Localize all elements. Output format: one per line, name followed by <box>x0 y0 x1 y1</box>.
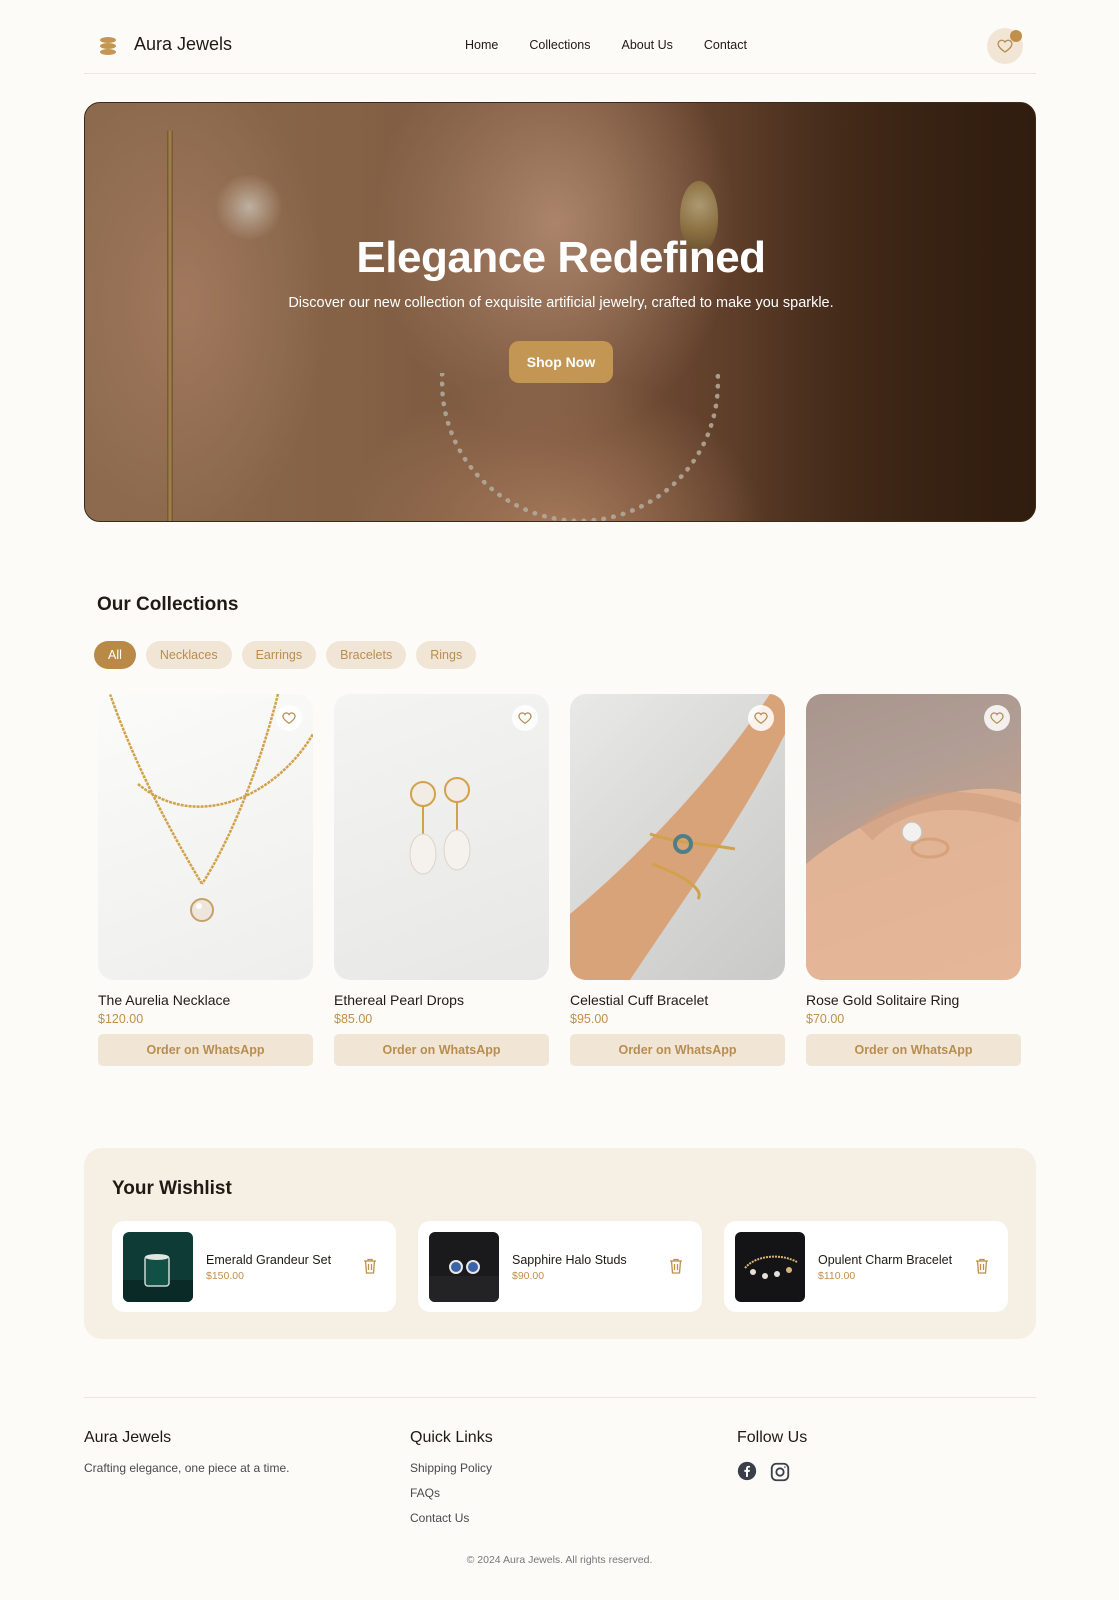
favorite-button[interactable] <box>984 705 1010 731</box>
product-price: $85.00 <box>334 1012 373 1026</box>
product-name[interactable]: Ethereal Pearl Drops <box>334 992 549 1008</box>
heart-icon <box>997 39 1013 53</box>
social-links <box>737 1461 807 1483</box>
nav-home[interactable]: Home <box>465 38 498 52</box>
instagram-icon[interactable] <box>769 1461 791 1483</box>
nav-about-us[interactable]: About Us <box>621 38 672 52</box>
stacked-coins-icon <box>100 37 116 55</box>
ring-illustration <box>806 788 1021 980</box>
heart-icon <box>990 712 1004 725</box>
nav-contact[interactable]: Contact <box>704 38 747 52</box>
product-image-ring[interactable] <box>806 694 1021 980</box>
trash-icon[interactable] <box>975 1258 989 1274</box>
wishlist-thumb-charm-bracelet[interactable] <box>735 1232 805 1302</box>
hero-subtitle: Discover our new collection of exquisite… <box>288 295 834 311</box>
product-image-necklace[interactable] <box>98 694 313 980</box>
brand-name[interactable]: Aura Jewels <box>134 34 232 55</box>
heart-icon <box>282 712 296 725</box>
quick-links: Shipping Policy FAQs Contact Us <box>410 1461 493 1525</box>
filter-rings[interactable]: Rings <box>416 641 477 669</box>
collections-title: Our Collections <box>97 594 239 615</box>
sapphire-studs-thumbnail <box>429 1232 499 1302</box>
link-shipping-policy[interactable]: Shipping Policy <box>410 1461 493 1475</box>
wishlist-item-price: $110.00 <box>818 1270 856 1282</box>
heart-icon <box>754 712 768 725</box>
wishlist-item-price: $90.00 <box>512 1270 545 1282</box>
product-image-earrings[interactable] <box>334 694 549 980</box>
footer-links-column: Quick Links Shipping Policy FAQs Contact… <box>410 1429 493 1525</box>
heart-icon <box>518 712 532 725</box>
wishlist-item: Sapphire Halo Studs $90.00 <box>418 1221 702 1312</box>
wishlist-items: Emerald Grandeur Set $150.00 Sapphire Ha… <box>112 1221 1008 1312</box>
order-whatsapp-button[interactable]: Order on WhatsApp <box>98 1034 313 1066</box>
footer-brand-column: Aura Jewels Crafting elegance, one piece… <box>84 1429 289 1475</box>
favorite-button[interactable] <box>512 705 538 731</box>
facebook-icon[interactable] <box>737 1461 757 1481</box>
wishlist-item: Opulent Charm Bracelet $110.00 <box>724 1221 1008 1312</box>
charm-bracelet-thumbnail <box>735 1232 805 1302</box>
product-price: $70.00 <box>806 1012 845 1026</box>
product-card: Celestial Cuff Bracelet $95.00 Order on … <box>570 694 785 1066</box>
wishlist-thumb-sapphire[interactable] <box>429 1232 499 1302</box>
follow-us-title: Follow Us <box>737 1429 808 1446</box>
hero-title: Elegance Redefined <box>356 233 766 282</box>
product-name[interactable]: The Aurelia Necklace <box>98 992 313 1008</box>
wishlist-button[interactable] <box>987 28 1023 64</box>
footer-tagline: Crafting elegance, one piece at a time. <box>84 1461 290 1475</box>
site-header: Aura Jewels Home Collections About Us Co… <box>84 22 1036 74</box>
order-whatsapp-button[interactable]: Order on WhatsApp <box>570 1034 785 1066</box>
footer-brand: Aura Jewels <box>84 1429 172 1446</box>
emerald-set-thumbnail <box>123 1232 193 1302</box>
product-card: Rose Gold Solitaire Ring $70.00 Order on… <box>806 694 1021 1066</box>
wishlist-item-price: $150.00 <box>206 1270 244 1282</box>
necklace-illustration <box>108 694 313 922</box>
trash-icon[interactable] <box>669 1258 683 1274</box>
footer-social-column: Follow Us <box>737 1429 807 1483</box>
shop-now-button[interactable]: Shop Now <box>509 341 613 383</box>
wishlist-panel: Your Wishlist Emerald Grandeur Set $150.… <box>84 1148 1036 1339</box>
wishlist-item-name[interactable]: Opulent Charm Bracelet <box>818 1253 952 1267</box>
wishlist-title: Your Wishlist <box>112 1178 232 1199</box>
product-card: The Aurelia Necklace $120.00 Order on Wh… <box>98 694 313 1066</box>
wishlist-thumb-emerald[interactable] <box>123 1232 193 1302</box>
pearl-earrings-illustration <box>409 777 471 875</box>
product-image-bracelet[interactable] <box>570 694 785 980</box>
filter-all[interactable]: All <box>94 641 136 669</box>
link-contact-us[interactable]: Contact Us <box>410 1511 493 1525</box>
filter-necklaces[interactable]: Necklaces <box>145 641 232 669</box>
copyright-text: © 2024 Aura Jewels. All rights reserved. <box>466 1554 653 1566</box>
wishlist-item: Emerald Grandeur Set $150.00 <box>112 1221 396 1312</box>
trash-icon[interactable] <box>363 1258 377 1274</box>
product-name[interactable]: Rose Gold Solitaire Ring <box>806 992 1021 1008</box>
link-faqs[interactable]: FAQs <box>410 1486 493 1500</box>
favorite-button[interactable] <box>276 705 302 731</box>
filter-earrings[interactable]: Earrings <box>241 641 317 669</box>
wishlist-item-name[interactable]: Emerald Grandeur Set <box>206 1253 331 1267</box>
product-price: $95.00 <box>570 1012 609 1026</box>
quick-links-title: Quick Links <box>410 1429 493 1446</box>
product-card: Ethereal Pearl Drops $85.00 Order on Wha… <box>334 694 549 1066</box>
main-nav: Home Collections About Us Contact <box>465 38 747 52</box>
wishlist-item-name[interactable]: Sapphire Halo Studs <box>512 1253 627 1267</box>
nav-collections[interactable]: Collections <box>529 38 590 52</box>
favorite-button[interactable] <box>748 705 774 731</box>
order-whatsapp-button[interactable]: Order on WhatsApp <box>334 1034 549 1066</box>
bracelet-illustration <box>570 694 785 980</box>
product-grid: The Aurelia Necklace $120.00 Order on Wh… <box>98 694 1021 1066</box>
hero-banner: Elegance Redefined Discover our new coll… <box>84 102 1036 522</box>
footer-divider <box>84 1397 1036 1398</box>
product-name[interactable]: Celestial Cuff Bracelet <box>570 992 785 1008</box>
filter-bracelets[interactable]: Bracelets <box>326 641 407 669</box>
order-whatsapp-button[interactable]: Order on WhatsApp <box>806 1034 1021 1066</box>
category-filters: All Necklaces Earrings Bracelets Rings <box>94 641 477 669</box>
hero-overlay <box>85 103 1035 521</box>
wishlist-count-badge <box>1010 30 1022 42</box>
product-price: $120.00 <box>98 1012 144 1026</box>
